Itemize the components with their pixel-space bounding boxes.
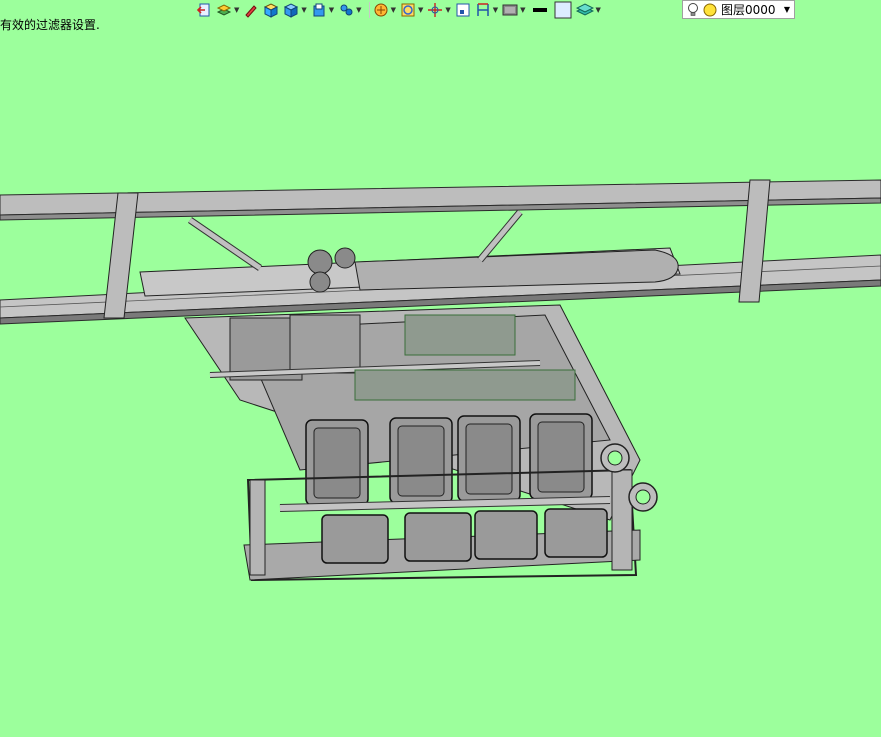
solid-box-button[interactable]: [263, 1, 279, 19]
layers-edit-icon: [216, 4, 232, 16]
view-cube-icon: [313, 3, 325, 17]
shaded-box-icon: [284, 3, 299, 18]
dimension-button[interactable]: ▼: [475, 1, 498, 19]
layers-edit-button[interactable]: ▼: [216, 1, 239, 19]
shaded-box-button[interactable]: ▼: [283, 1, 307, 19]
trolley-carriage: [139, 209, 681, 297]
exit-button[interactable]: [196, 1, 212, 19]
layer-stack-icon: [575, 3, 594, 16]
color-swatch-button[interactable]: [554, 1, 572, 19]
exit-icon: [196, 3, 210, 17]
line-weight-button[interactable]: [530, 1, 550, 19]
chevron-down-icon[interactable]: ▼: [784, 5, 790, 14]
color-swatch-icon: [554, 1, 572, 19]
solid-box-icon: [264, 3, 279, 18]
render-options-icon: [340, 4, 353, 16]
target-circle-button[interactable]: ▼: [373, 1, 396, 19]
crate-row-bottom: [321, 508, 608, 564]
layer-stack-button[interactable]: ▼: [575, 1, 601, 19]
frame-icon: [456, 3, 470, 17]
layer-name: 图层0000: [721, 3, 776, 17]
target-circle-icon: [374, 3, 388, 17]
pen-button[interactable]: [243, 1, 259, 19]
dimension-icon: [476, 3, 489, 16]
lightbulb-icon[interactable]: [686, 2, 700, 18]
view-toolbar: ▼ ▼ ▼ ▼ ▼ ▼ ▼ ▼ ▼ ▼: [196, 0, 605, 20]
line-weight-icon: [532, 8, 547, 12]
crate-row-top: [305, 413, 593, 506]
3d-viewport[interactable]: [0, 0, 881, 737]
layer-selector[interactable]: 图层0000 ▼: [682, 0, 795, 19]
display-mode-button[interactable]: ▼: [400, 1, 423, 19]
orientation-icon: [428, 3, 443, 17]
monitor-button[interactable]: ▼: [502, 1, 526, 19]
status-message: 有效的过滤器设置.: [0, 18, 100, 32]
orientation-button[interactable]: ▼: [427, 1, 451, 19]
monitor-icon: [502, 4, 518, 16]
yellow-circle-icon[interactable]: [702, 2, 718, 18]
view-cube-button[interactable]: ▼: [311, 1, 334, 19]
toolbar-separator: [368, 2, 370, 18]
display-mode-icon: [401, 3, 415, 17]
render-options-button[interactable]: ▼: [338, 1, 362, 19]
pen-icon: [245, 5, 258, 18]
frame-button[interactable]: [455, 1, 471, 19]
